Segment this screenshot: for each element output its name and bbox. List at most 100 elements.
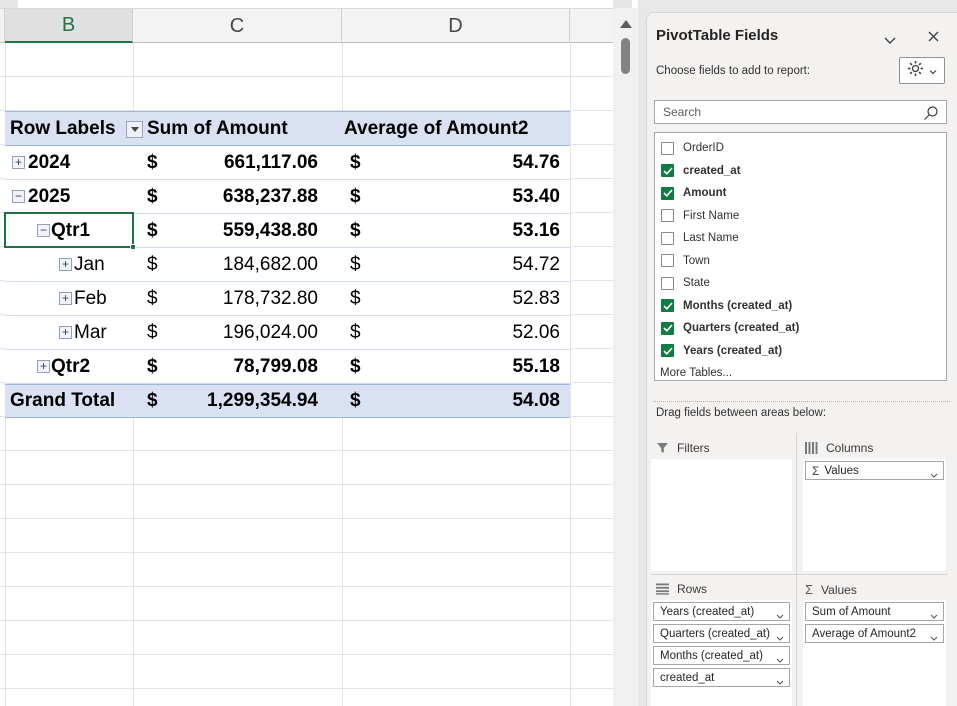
pivot-cell-avg[interactable]: $53.40 [342,180,570,213]
chevron-down-icon[interactable] [776,676,784,687]
check-icon [663,347,673,355]
currency-symbol: $ [350,288,361,310]
pivot-cell-sum[interactable]: $661,117.06 [133,146,342,179]
checked-checkbox[interactable] [661,344,674,357]
sum-value: 178,732.80 [223,288,318,310]
tools-button[interactable] [899,57,945,84]
currency-symbol: $ [147,288,158,310]
field-list-item[interactable]: Quarters (created_at) [655,317,946,340]
pill-label: Months (created_at) [660,650,763,662]
pivot-row: −2025$638,237.88$53.40 [5,180,570,214]
pivot-header-sum[interactable]: Sum of Amount [133,112,342,145]
chevron-down-icon[interactable] [776,610,784,621]
field-list-item[interactable]: Last Name [655,227,946,250]
pivot-header-avg[interactable]: Average of Amount2 [342,112,570,145]
pivot-cell-sum[interactable]: $178,732.80 [133,282,342,315]
pivot-row: +Qtr2$78,799.08$55.18 [5,350,570,384]
chevron-down-icon[interactable] [883,32,897,50]
column-header-b[interactable]: B [5,9,133,43]
columns-drop-zone[interactable]: ΣValues [803,459,946,571]
field-list-item[interactable]: Amount [655,182,946,205]
pivot-cell-avg[interactable]: $55.18 [342,350,570,383]
field-pill[interactable]: created_at [653,668,790,687]
checked-checkbox[interactable] [661,187,674,200]
currency-symbol: $ [147,186,158,208]
sum-value: 184,682.00 [223,254,318,276]
chevron-down-icon[interactable] [930,469,938,480]
pivot-cell-sum[interactable]: $184,682.00 [133,248,342,281]
pill-label: Values [824,465,858,477]
field-pill[interactable]: ΣValues [805,461,944,480]
chevron-down-icon[interactable] [930,610,938,621]
unchecked-checkbox[interactable] [661,142,674,155]
pivot-cell-sum[interactable]: $638,237.88 [133,180,342,213]
more-tables-link[interactable]: More Tables... [655,362,946,381]
pivot-cell-avg[interactable]: $54.72 [342,248,570,281]
pivot-cell-avg[interactable]: $53.16 [342,214,570,247]
unchecked-checkbox[interactable] [661,232,674,245]
filters-drop-zone[interactable] [651,459,792,571]
pivot-cell-sum[interactable]: $559,438.80 [133,214,342,247]
rows-drop-zone[interactable]: Years (created_at) Quarters (created_at) M… [651,600,792,706]
pivot-cell-avg[interactable]: $54.76 [342,146,570,179]
pill-label: Years (created_at) [660,606,754,618]
scroll-up-arrow-icon[interactable] [620,20,632,28]
pivot-cell-label[interactable]: +Qtr2 [5,350,133,383]
pivot-cell-label[interactable]: +Feb [5,282,133,315]
field-list-item[interactable]: First Name [655,205,946,228]
unchecked-checkbox[interactable] [661,277,674,290]
pivot-cell-label[interactable]: Grand Total [5,385,133,417]
column-header-d[interactable]: D [342,9,570,43]
expand-icon[interactable]: + [37,360,50,373]
chevron-down-icon[interactable] [930,632,938,643]
pivot-cell-avg[interactable]: $52.83 [342,282,570,315]
field-list-item[interactable]: State [655,272,946,295]
excel-window: B C D Row LabelsSum of AmountAverage of … [0,0,957,706]
checked-checkbox[interactable] [661,164,674,177]
expand-icon[interactable]: + [12,156,25,169]
field-list-item[interactable]: Years (created_at) [655,340,946,363]
expand-icon[interactable]: + [59,326,72,339]
pivot-row-label: 2024 [28,152,70,174]
pivot-cell-label[interactable]: −2025 [5,180,133,213]
column-header-c[interactable]: C [133,9,342,43]
pivot-cell-sum[interactable]: $1,299,354.94 [133,385,342,417]
vertical-scrollbar[interactable] [613,8,638,706]
column-header-e-sliver[interactable] [570,9,613,43]
field-pill[interactable]: Years (created_at) [653,602,790,621]
field-list-item[interactable]: Town [655,250,946,273]
checked-checkbox[interactable] [661,322,674,335]
search-input[interactable] [655,101,946,123]
pivot-cell-label[interactable]: +2024 [5,146,133,179]
pivot-cell-label[interactable]: +Jan [5,248,133,281]
pivot-cell-avg[interactable]: $54.08 [342,385,570,417]
field-search[interactable] [654,100,947,124]
expand-icon[interactable]: + [59,292,72,305]
pivot-cell-avg[interactable]: $52.06 [342,316,570,349]
field-pill[interactable]: Average of Amount2 [805,624,944,643]
pivot-cell-sum[interactable]: $78,799.08 [133,350,342,383]
chevron-down-icon[interactable] [776,632,784,643]
values-drop-zone[interactable]: Sum of Amount Average of Amount2 [803,600,946,706]
fill-handle[interactable] [130,244,136,250]
collapse-icon[interactable]: − [12,190,25,203]
field-pill[interactable]: Quarters (created_at) [653,624,790,643]
pivot-cell-sum[interactable]: $196,024.00 [133,316,342,349]
unchecked-checkbox[interactable] [661,254,674,267]
field-list-item[interactable]: Months (created_at) [655,295,946,318]
pivot-header-row-labels[interactable]: Row Labels [5,112,133,145]
field-pill[interactable]: Sum of Amount [805,602,944,621]
field-list-item[interactable]: OrderID [655,137,946,160]
field-list-item[interactable]: created_at [655,160,946,183]
chevron-down-icon[interactable] [776,654,784,665]
expand-icon[interactable]: + [59,258,72,271]
unchecked-checkbox[interactable] [661,209,674,222]
pivot-cell-label[interactable]: +Mar [5,316,133,349]
scrollbar-thumb[interactable] [621,38,630,74]
field-pill[interactable]: Months (created_at) [653,646,790,665]
formula-bar[interactable] [18,0,613,8]
check-icon [663,189,673,197]
checked-checkbox[interactable] [661,299,674,312]
currency-symbol: $ [147,152,158,174]
close-icon[interactable] [927,30,940,48]
